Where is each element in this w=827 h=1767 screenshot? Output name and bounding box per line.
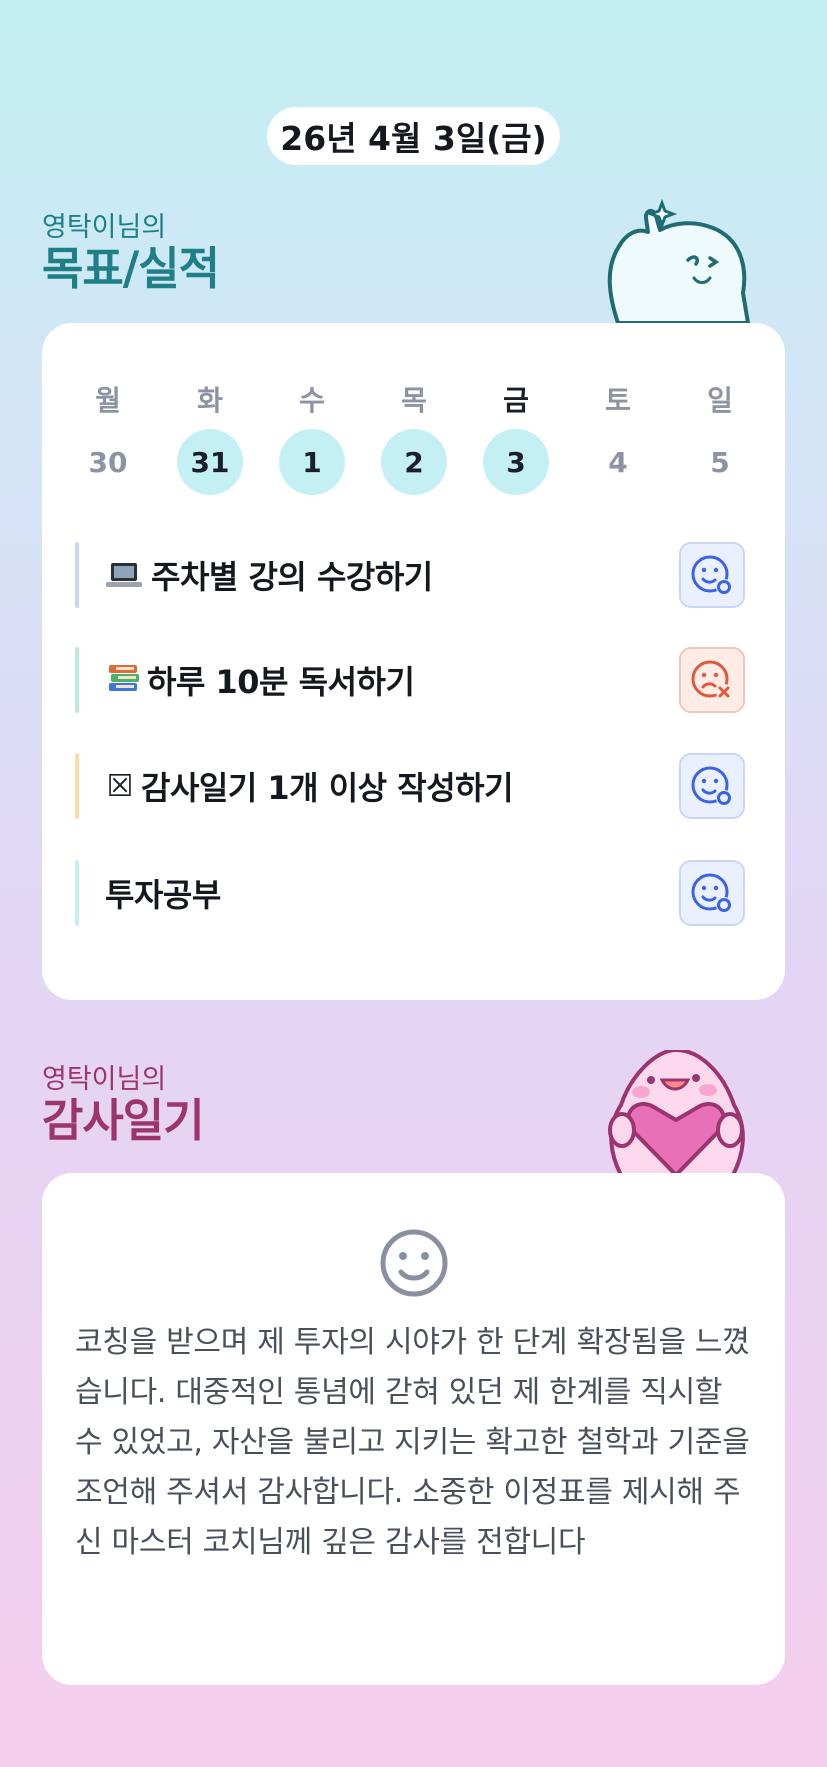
goal-color-bar <box>75 542 79 608</box>
day-name: 화 <box>197 384 223 417</box>
goals-section-title: 목표/실적 <box>42 242 220 295</box>
diary-entry-text: 코칭을 받으며 제 투자의 시야가 한 단계 확장됨을 느꼈습니다. 대중적인 … <box>75 1325 750 1560</box>
smile-check-icon <box>691 555 732 595</box>
day-name: 토 <box>605 384 631 417</box>
goals-section-header: 영탁이님의 목표/실적 <box>42 205 220 295</box>
day-number: 1 <box>279 429 345 495</box>
ballot-box-x-icon: ☒ <box>106 768 134 804</box>
smile-icon <box>380 1229 448 1297</box>
laptop-icon <box>105 556 143 594</box>
goal-item[interactable]: 주차별 강의 수강하기 <box>75 542 745 608</box>
achieved-status-button[interactable] <box>679 753 745 819</box>
goal-color-bar <box>75 860 79 926</box>
day-name: 월 <box>95 384 121 417</box>
ghost-mascot-icon <box>607 198 750 323</box>
smile-check-icon <box>691 766 732 806</box>
day-name-today: 금 <box>503 384 529 417</box>
books-icon <box>105 661 143 699</box>
goal-label: 하루 10분 독서하기 <box>147 663 415 701</box>
achieved-status-button[interactable] <box>679 542 745 608</box>
gratitude-diary-card: 코칭을 받으며 제 투자의 시야가 한 단계 확장됨을 느꼈습니다. 대중적인 … <box>42 1173 785 1685</box>
day-number: 4 <box>608 445 628 479</box>
achieved-status-button[interactable] <box>679 860 745 926</box>
goal-color-bar <box>75 647 79 713</box>
day-name: 목 <box>401 384 427 417</box>
day-number: 31 <box>177 429 243 495</box>
goal-label: 주차별 강의 수강하기 <box>151 558 433 596</box>
goal-item[interactable]: ☒ 감사일기 1개 이상 작성하기 <box>75 753 745 819</box>
date-pill[interactable]: 26년 4월 3일(금) <box>267 107 560 165</box>
gratitude-section-header: 영탁이님의 감사일기 <box>42 1057 205 1147</box>
goals-card: 월 30 화 31 수 1 목 2 금 3 토 4 일 5 주차별 강의 수강하… <box>42 323 785 1000</box>
day-number: 5 <box>710 445 730 479</box>
goal-color-bar <box>75 753 79 819</box>
goal-item[interactable]: 투자공부 <box>75 860 745 926</box>
missed-status-button[interactable] <box>679 647 745 713</box>
goal-label: 감사일기 1개 이상 작성하기 <box>141 769 514 807</box>
gratitude-section-subtitle: 영탁이님의 <box>42 1064 167 1095</box>
heart-mascot-icon <box>608 1050 745 1175</box>
day-number: 2 <box>381 429 447 495</box>
gratitude-section-title: 감사일기 <box>42 1094 205 1147</box>
day-name: 일 <box>707 384 733 417</box>
day-number: 30 <box>88 445 128 479</box>
day-number: 3 <box>483 429 549 495</box>
goal-item[interactable]: 하루 10분 독서하기 <box>75 647 745 713</box>
day-name: 수 <box>299 384 325 417</box>
sad-x-icon <box>691 660 732 700</box>
smile-check-icon <box>691 873 732 913</box>
goals-section-subtitle: 영탁이님의 <box>42 212 167 243</box>
goal-label: 투자공부 <box>105 876 221 914</box>
